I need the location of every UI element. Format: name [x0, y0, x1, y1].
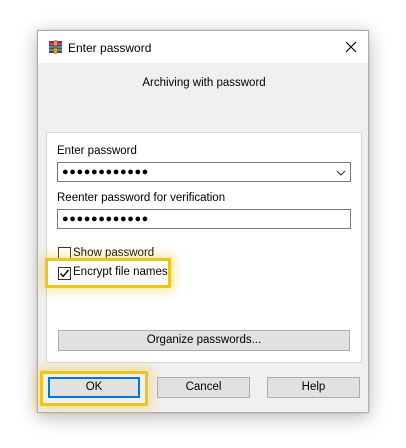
enter-password-label: Enter password: [57, 145, 137, 157]
cancel-button[interactable]: Cancel: [157, 377, 250, 398]
reenter-password-value: ●●●●●●●●●●●●: [62, 213, 149, 225]
enter-password-dialog: Enter password Archiving with password E…: [37, 30, 369, 413]
close-button[interactable]: [336, 33, 366, 61]
background-window-text: [0, 80, 40, 104]
screen: Enter password Archiving with password E…: [0, 0, 406, 448]
reenter-password-label: Reenter password for verification: [57, 192, 226, 204]
organize-passwords-button[interactable]: Organize passwords...: [58, 330, 350, 351]
reenter-password-field[interactable]: ●●●●●●●●●●●●: [57, 209, 351, 229]
chevron-down-icon[interactable]: [335, 167, 347, 179]
title-bar: Enter password: [38, 31, 368, 63]
encrypt-file-names-checkbox[interactable]: [58, 267, 71, 280]
dialog-title: Enter password: [68, 41, 152, 55]
show-password-label[interactable]: Show password: [73, 247, 154, 259]
close-icon: [345, 41, 357, 53]
dialog-subtitle: Archiving with password: [142, 77, 266, 89]
password-combo[interactable]: ●●●●●●●●●●●●: [57, 162, 351, 182]
show-password-checkbox[interactable]: [58, 247, 71, 260]
ok-button[interactable]: OK: [48, 377, 140, 398]
encrypt-file-names-label[interactable]: Encrypt file names: [73, 266, 168, 278]
winrar-app-icon: [48, 39, 63, 54]
help-button[interactable]: Help: [267, 377, 360, 398]
checkmark-icon: [59, 269, 70, 278]
password-value: ●●●●●●●●●●●●: [62, 166, 149, 178]
password-groupbox: Enter password ●●●●●●●●●●●● Reenter pass…: [46, 132, 362, 363]
